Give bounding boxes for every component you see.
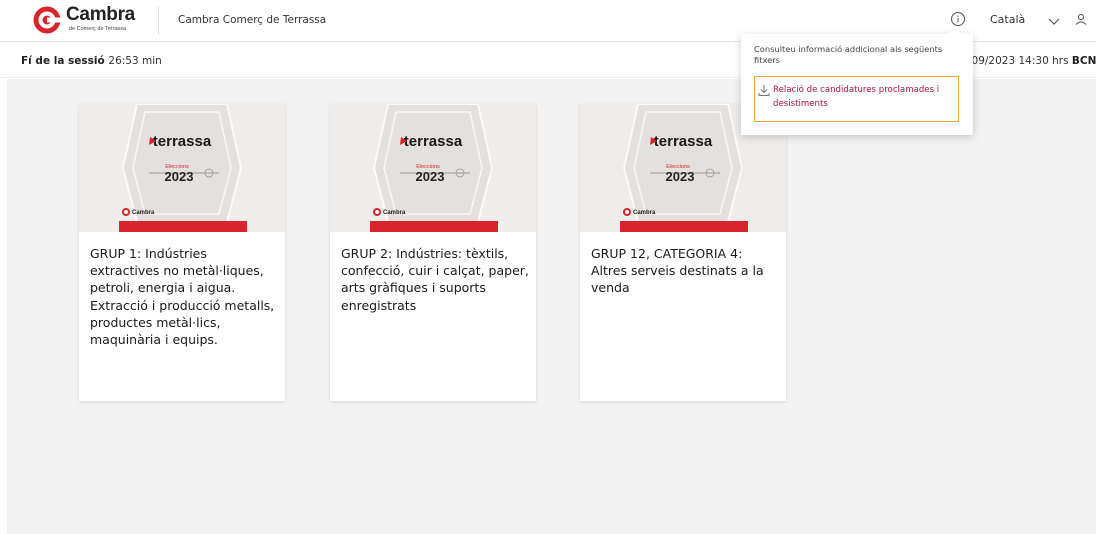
file-link-label: Relació de candidatures proclamades i de…: [773, 85, 940, 109]
download-icon: [758, 82, 770, 101]
election-card[interactable]: terrassa Eleccions 2023 Cambra GRUP 2: Indú…: [330, 104, 536, 401]
election-poster: terrassaEleccions2023Cambra: [330, 104, 536, 232]
poster-cambra-word: Cambra: [383, 210, 406, 216]
poster-red-band: [370, 221, 498, 232]
election-card[interactable]: terrassa Eleccions 2023 Cambra GRUP 1: Indú…: [79, 104, 285, 401]
poster-logo-word: terrassa: [153, 133, 212, 150]
poster-hexagon: [372, 104, 494, 223]
poster-logo-word: terrassa: [654, 133, 713, 150]
card-image: terrassa Eleccions 2023 Cambra: [79, 104, 285, 232]
poster-year: 2023: [416, 169, 445, 184]
poster-year: 2023: [666, 169, 695, 184]
user-icon[interactable]: [1075, 12, 1087, 31]
poster-red-band: [620, 221, 748, 232]
card-title: GRUP 1: Indústries extractives no metàl·…: [90, 246, 275, 348]
poster-hexagon: [622, 104, 744, 223]
poster-logo-word: terrassa: [404, 133, 463, 150]
poster-red-band: [119, 221, 247, 232]
session-time-left: 26:53 min: [108, 55, 162, 67]
poster-hexagon: [121, 104, 243, 223]
file-link-candidatures[interactable]: Relació de candidatures proclamades i de…: [754, 76, 959, 122]
logo-wordmark: Cambra: [66, 4, 135, 25]
election-poster: terrassaEleccions2023Cambra: [79, 104, 285, 232]
info-icon[interactable]: [950, 11, 966, 27]
main-content: terrassa Eleccions 2023 Cambra GRUP 1: Indú…: [7, 79, 1096, 534]
dropdown-info-text: Consulteu informació addicional als segü…: [754, 44, 943, 65]
card-image: terrassa Eleccions 2023 Cambra: [330, 104, 536, 232]
cambra-logo-mark: [33, 6, 61, 34]
session-end-label: Fí de la sessió: [21, 55, 105, 67]
poster-cambra-word: Cambra: [132, 210, 155, 216]
header-divider: [158, 7, 159, 34]
session-datetime: /09/2023 14:30 hrs BCN: [968, 55, 1096, 67]
poster-year: 2023: [165, 169, 194, 184]
session-zone: BCN: [1071, 55, 1096, 67]
org-name: Cambra Comerç de Terrassa: [178, 14, 327, 26]
logo-subtitle: de Comerç de Terrassa: [69, 26, 127, 32]
language-selector[interactable]: Català: [990, 13, 1025, 26]
cambra-logo[interactable]: Cambra de Comerç de Terrassa: [32, 4, 142, 35]
card-title: GRUP 2: Indústries: tèxtils, confecció, …: [341, 246, 529, 313]
poster-cambra-word: Cambra: [633, 210, 656, 216]
session-end: Fí de la sessió 26:53 min: [21, 55, 162, 67]
info-dropdown: Consulteu informació addicional als segü…: [741, 26, 973, 135]
card-title: GRUP 12, CATEGORIA 4: Altres serveis des…: [591, 246, 764, 296]
session-date-text: /09/2023 14:30 hrs: [968, 55, 1069, 67]
election-card[interactable]: terrassa Eleccions 2023 Cambra GRUP 12, CAT…: [580, 104, 786, 401]
chevron-down-icon[interactable]: [1047, 13, 1061, 32]
